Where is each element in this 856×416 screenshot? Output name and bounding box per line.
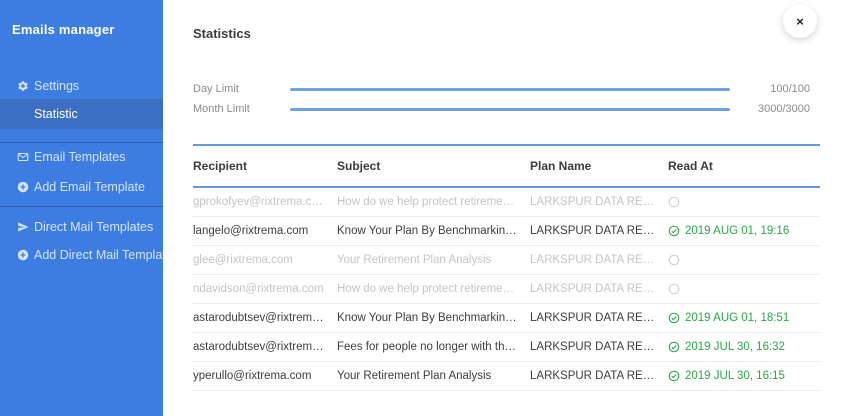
sidebar-item-direct-mail-templates[interactable]: Direct Mail Templates	[0, 213, 163, 241]
column-header-plan-name: Plan Name	[530, 159, 668, 173]
subject-cell: How do we help protect retirement pl...	[337, 283, 530, 295]
read-at-cell	[668, 254, 820, 266]
sidebar-item-add-direct-mail-template[interactable]: Add Direct Mail Template	[0, 241, 163, 269]
sidebar-item-label: Add Email Template	[34, 180, 145, 194]
table-row: langelo@rixtrema.comKnow Your Plan By Be…	[193, 217, 820, 246]
sidebar-divider	[0, 206, 163, 207]
read-at-timestamp: 2019 AUG 01, 18:51	[685, 312, 789, 324]
subject-cell: Know Your Plan By Benchmarking It	[337, 312, 530, 324]
sidebar-item-statistic[interactable]: Statistic	[0, 99, 163, 129]
table-row: ndavidson@rixtrema.comHow do we help pro…	[193, 275, 820, 304]
read-at-cell: 2019 AUG 01, 18:51	[668, 312, 820, 324]
month-limit-label: Month Limit	[193, 103, 290, 115]
check-circle-icon	[668, 225, 680, 237]
subject-cell: Know Your Plan By Benchmarking It	[337, 225, 530, 237]
app-title: Emails manager	[0, 0, 163, 37]
table-row: astarodubtsev@rixtrema.comKnow Your Plan…	[193, 304, 820, 333]
month-limit-value: 3000/3000	[730, 103, 820, 115]
emails-table: Recipient Subject Plan Name Read At gpro…	[193, 144, 820, 391]
table-row: glee@rixtrema.comYour Retirement Plan An…	[193, 246, 820, 275]
read-at-cell	[668, 283, 820, 295]
column-header-read-at: Read At	[668, 159, 820, 173]
unread-circle-icon	[668, 254, 680, 266]
check-circle-icon	[668, 312, 680, 324]
recipient-cell: langelo@rixtrema.com	[193, 225, 337, 237]
recipient-cell: ndavidson@rixtrema.com	[193, 283, 337, 295]
read-at-cell: 2019 AUG 01, 19:16	[668, 225, 820, 237]
read-at-timestamp: 2019 JUL 30, 16:32	[685, 341, 785, 353]
sidebar: Emails manager Settings Statistic Email …	[0, 0, 163, 416]
sidebar-item-email-templates[interactable]: Email Templates	[0, 143, 163, 171]
page-title: Statistics	[193, 26, 820, 41]
gear-icon	[17, 80, 29, 92]
day-limit-row: Day Limit 100/100	[193, 79, 820, 99]
column-header-subject: Subject	[337, 159, 530, 173]
plan-name-cell: LARKSPUR DATA RESOURCES I...	[530, 196, 668, 208]
unread-circle-icon	[668, 196, 680, 208]
plan-name-cell: LARKSPUR DATA RESOURCES I...	[530, 225, 668, 237]
day-limit-label: Day Limit	[193, 83, 290, 95]
close-button[interactable]: ×	[783, 4, 817, 38]
recipient-cell: yperullo@rixtrema.com	[193, 370, 337, 382]
read-at-timestamp: 2019 JUL 30, 16:15	[685, 370, 785, 382]
table-header-row: Recipient Subject Plan Name Read At	[193, 146, 820, 188]
column-header-recipient: Recipient	[193, 159, 337, 173]
subject-cell: Fees for people no longer with the plan	[337, 341, 530, 353]
plan-name-cell: LARKSPUR DATA RESOURCES I...	[530, 341, 668, 353]
read-at-timestamp: 2019 AUG 01, 19:16	[685, 225, 789, 237]
paper-plane-icon	[17, 221, 29, 233]
sidebar-item-label: Add Direct Mail Template	[34, 248, 173, 262]
sidebar-item-label: Direct Mail Templates	[34, 220, 153, 234]
check-circle-icon	[668, 341, 680, 353]
subject-cell: Your Retirement Plan Analysis	[337, 254, 530, 266]
read-at-cell: 2019 JUL 30, 16:15	[668, 370, 820, 382]
plus-circle-icon	[17, 181, 29, 193]
statistics-panel: Statistics Day Limit 100/100 Month Limit…	[163, 0, 856, 416]
read-at-cell	[668, 196, 820, 208]
subject-cell: How do we help protect retirement pl...	[337, 196, 530, 208]
sidebar-item-add-email-template[interactable]: Add Email Template	[0, 173, 163, 201]
plan-name-cell: LARKSPUR DATA RESOURCES I...	[530, 312, 668, 324]
sidebar-item-label: Settings	[34, 79, 79, 93]
subject-cell: Your Retirement Plan Analysis	[337, 370, 530, 382]
recipient-cell: astarodubtsev@rixtrema.com	[193, 312, 337, 324]
unread-circle-icon	[668, 283, 680, 295]
sidebar-item-settings[interactable]: Settings	[0, 73, 163, 99]
table-row: yperullo@rixtrema.comYour Retirement Pla…	[193, 362, 820, 391]
month-limit-progress-bar	[290, 108, 730, 111]
recipient-cell: gprokofyev@rixtrema.com	[193, 196, 337, 208]
recipient-cell: glee@rixtrema.com	[193, 254, 337, 266]
month-limit-row: Month Limit 3000/3000	[193, 99, 820, 119]
sidebar-item-label: Statistic	[34, 107, 78, 121]
limits-section: Day Limit 100/100 Month Limit 3000/3000	[193, 79, 820, 119]
close-icon: ×	[796, 14, 804, 29]
table-body: gprokofyev@rixtrema.comHow do we help pr…	[193, 188, 820, 391]
day-limit-value: 100/100	[730, 83, 820, 95]
table-row: astarodubtsev@rixtrema.comFees for peopl…	[193, 333, 820, 362]
envelope-icon	[17, 151, 29, 163]
plan-name-cell: LARKSPUR DATA RESOURCES I...	[530, 254, 668, 266]
month-limit-progress-fill	[290, 108, 730, 111]
read-at-cell: 2019 JUL 30, 16:32	[668, 341, 820, 353]
check-circle-icon	[668, 370, 680, 382]
day-limit-progress-fill	[290, 88, 730, 91]
recipient-cell: astarodubtsev@rixtrema.com	[193, 341, 337, 353]
plus-circle-icon	[17, 249, 29, 261]
day-limit-progress-bar	[290, 88, 730, 91]
plan-name-cell: LARKSPUR DATA RESOURCES I...	[530, 370, 668, 382]
sidebar-item-label: Email Templates	[34, 150, 125, 164]
plan-name-cell: LARKSPUR DATA RESOURCES I...	[530, 283, 668, 295]
table-row: gprokofyev@rixtrema.comHow do we help pr…	[193, 188, 820, 217]
